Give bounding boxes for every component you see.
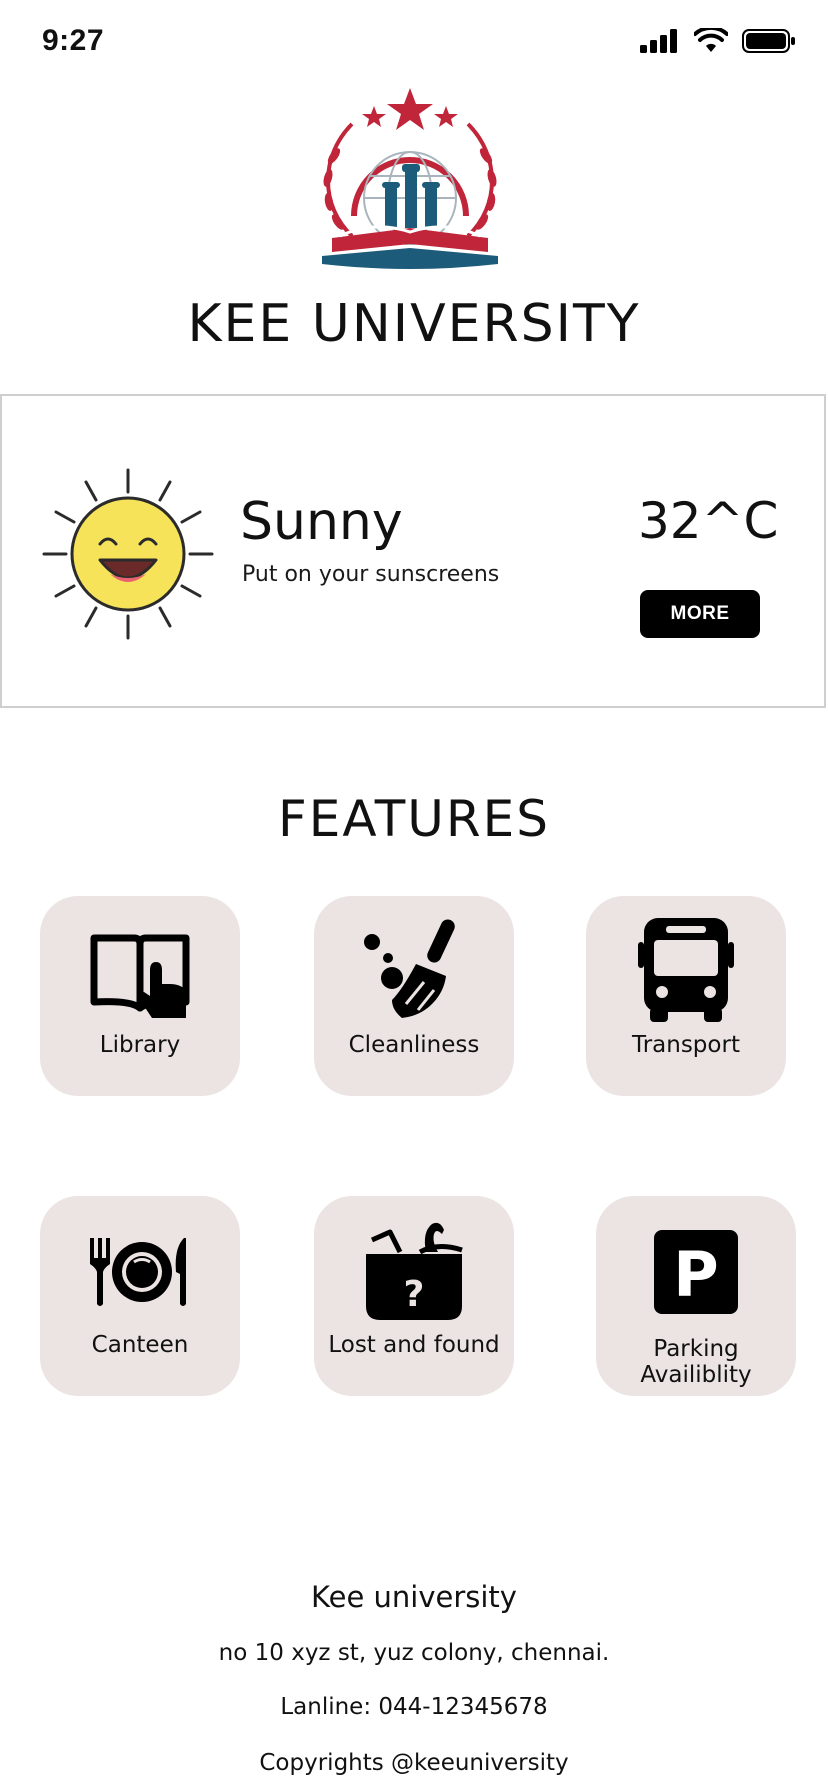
feature-tile-library[interactable]: Library	[40, 896, 240, 1096]
wifi-icon	[694, 28, 728, 52]
feature-tile-transport[interactable]: Transport	[586, 896, 786, 1096]
svg-text:?: ?	[404, 1274, 425, 1315]
feature-tile-lost-and-found[interactable]: ? Lost and found	[314, 1196, 514, 1396]
footer-address: no 10 xyz st, yuz colony, chennai.	[218, 1640, 610, 1666]
weather-temperature: 32^C	[638, 492, 779, 550]
weather-card: Sunny Put on your sunscreens 32^C MORE	[0, 394, 826, 708]
university-logo-icon	[322, 88, 498, 269]
feature-label: Library	[99, 1032, 181, 1058]
feature-label-line-2: Availiblity	[640, 1362, 752, 1388]
parking-icon: P	[654, 1230, 738, 1314]
weather-message: Put on your sunscreens	[242, 562, 500, 587]
footer-copyright: Copyrights @keeuniversity	[259, 1750, 569, 1776]
feature-tile-cleanliness[interactable]: Cleanliness	[314, 896, 514, 1096]
footer-landline: Lanline: 044-12345678	[280, 1694, 548, 1720]
status-icons	[640, 28, 796, 54]
cellular-signal-icon	[640, 29, 677, 53]
smiling-sun-icon	[42, 468, 214, 640]
book-touch-icon	[90, 934, 190, 1018]
broom-icon	[364, 919, 455, 1018]
plate-cutlery-icon	[90, 1238, 186, 1306]
feature-label: Transport	[632, 1032, 740, 1058]
footer-name: Kee university	[311, 1580, 517, 1614]
feature-label: Canteen	[91, 1332, 189, 1358]
bus-icon	[638, 918, 734, 1022]
feature-label: Lost and found	[328, 1332, 500, 1358]
feature-tile-parking[interactable]: P Parking Availiblity	[596, 1196, 796, 1396]
svg-text:P: P	[673, 1238, 718, 1311]
weather-more-button[interactable]: MORE	[640, 590, 760, 638]
status-time: 9:27	[42, 24, 105, 57]
university-title: KEE UNIVERSITY	[187, 294, 641, 354]
battery-icon	[742, 29, 795, 53]
feature-tile-canteen[interactable]: Canteen	[40, 1196, 240, 1396]
features-title: FEATURES	[278, 790, 550, 848]
weather-condition: Sunny	[240, 492, 403, 552]
lost-found-box-icon: ?	[366, 1222, 463, 1320]
feature-label-line-1: Parking	[653, 1336, 739, 1362]
feature-label: Cleanliness	[348, 1032, 480, 1058]
